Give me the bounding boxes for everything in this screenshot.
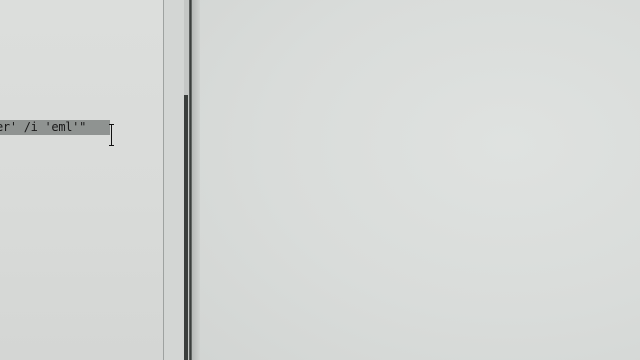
side-gutter [164, 0, 184, 360]
vertical-scrollbar-thumb[interactable] [184, 95, 188, 360]
ibeam-cursor-icon [109, 124, 115, 146]
ibeam-bar [111, 124, 112, 146]
ibeam-cap-bottom [109, 145, 114, 146]
right-pane[interactable] [200, 0, 640, 360]
code-line[interactable]: er' /i 'eml'" [0, 119, 116, 136]
divider-shadow [192, 0, 200, 360]
code-line-text[interactable]: er' /i 'eml'" [0, 119, 86, 136]
screen: er' /i 'eml'" [0, 0, 640, 360]
editor-pane[interactable]: er' /i 'eml'" [0, 0, 164, 360]
